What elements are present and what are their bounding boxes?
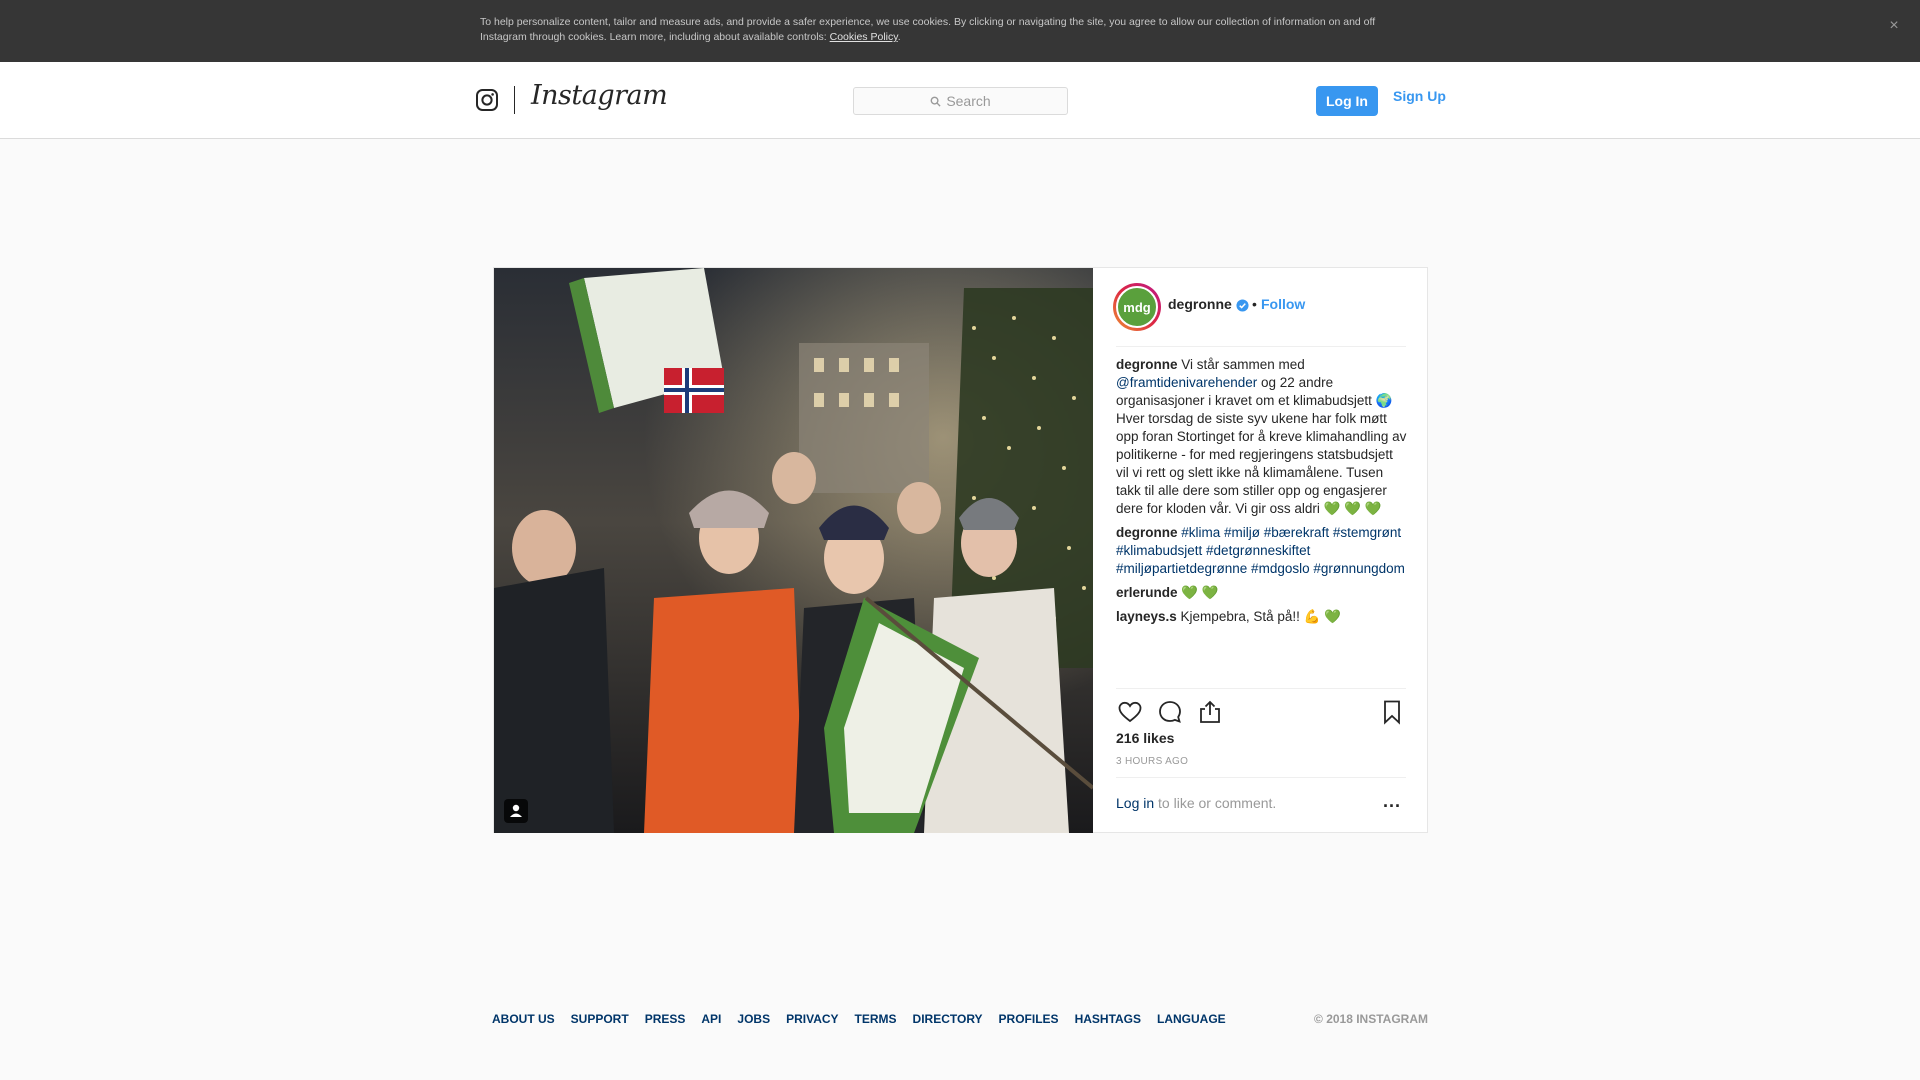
comment-item: erlerunde 💚 💚 (1116, 584, 1408, 602)
more-options-icon[interactable]: ... (1383, 792, 1407, 812)
login-prompt-text: to like or comment. (1154, 795, 1277, 811)
separator-dot: • (1252, 296, 1257, 312)
footer-links: ABOUT US SUPPORT PRESS API JOBS PRIVACY TERMS D… (492, 1012, 1226, 1026)
footer-link-support[interactable]: SUPPORT (571, 1012, 629, 1026)
logo-divider (514, 86, 515, 114)
comment-item: layneys.s Kjempebra, Stå på!! 💪 💚 (1116, 608, 1408, 626)
post-timestamp[interactable]: 3 HOURS AGO (1116, 756, 1188, 767)
comment-text: og 22 andre organisasjoner i kravet om e… (1116, 375, 1407, 516)
divider (1116, 777, 1406, 778)
footer-link-profiles[interactable]: PROFILES (999, 1012, 1059, 1026)
comment-text: Kjempebra, Stå på!! 💪 💚 (1176, 609, 1341, 624)
user-tag-icon[interactable] (504, 799, 528, 823)
search-input[interactable]: Search (853, 87, 1068, 115)
comment-username[interactable]: degronne (1116, 357, 1178, 372)
copyright: © 2018 INSTAGRAM (1314, 1012, 1428, 1026)
comment-username[interactable]: layneys.s (1116, 609, 1177, 624)
cookie-message-end: . (897, 31, 901, 43)
comment-username[interactable]: erlerunde (1116, 585, 1178, 600)
post-username[interactable]: degronne (1168, 296, 1232, 312)
divider (1116, 346, 1406, 347)
follow-button[interactable]: Follow (1261, 296, 1305, 312)
action-bar (1116, 698, 1406, 726)
comment-text: Vi står sammen med (1177, 357, 1305, 372)
cookies-policy-link[interactable]: Cookies Policy (830, 31, 898, 43)
divider (1116, 688, 1406, 689)
comment-text: 💚 💚 (1177, 585, 1219, 600)
search-icon (930, 96, 941, 107)
footer-link-api[interactable]: API (701, 1012, 721, 1026)
login-link[interactable]: Log in (1116, 795, 1154, 811)
comments-list: degronne Vi står sammen med @framtideniv… (1116, 356, 1408, 632)
instagram-glyph-icon[interactable] (475, 88, 499, 112)
photo-illustration (494, 268, 1093, 833)
verified-icon (1236, 299, 1249, 312)
search-inner: Search (854, 88, 1067, 114)
likes-count[interactable]: 216 likes (1116, 730, 1174, 746)
cookie-message: To help personalize content, tailor and … (480, 16, 1376, 43)
cookie-banner: To help personalize content, tailor and … (0, 0, 1920, 62)
cookie-text: To help personalize content, tailor and … (480, 15, 1420, 45)
comment-username[interactable]: degronne (1116, 525, 1178, 540)
top-nav: Instagram Search Log In Sign Up (0, 62, 1920, 139)
footer-link-terms[interactable]: TERMS (855, 1012, 897, 1026)
footer-link-language[interactable]: LANGUAGE (1157, 1012, 1226, 1026)
post-card: mdg degronne • Follow degronne Vi står s… (493, 267, 1428, 833)
avatar-image: mdg (1116, 286, 1158, 328)
search-placeholder: Search (946, 93, 991, 109)
heart-icon[interactable] (1116, 698, 1144, 726)
footer-link-press[interactable]: PRESS (645, 1012, 686, 1026)
comment-item: degronne Vi står sammen med @framtideniv… (1116, 356, 1408, 518)
post-photo[interactable] (494, 268, 1093, 833)
footer-link-hashtags[interactable]: HASHTAGS (1075, 1012, 1141, 1026)
share-icon[interactable] (1196, 698, 1224, 726)
footer: ABOUT US SUPPORT PRESS API JOBS PRIVACY TERMS D… (492, 1012, 1428, 1032)
footer-link-about-us[interactable]: ABOUT US (492, 1012, 555, 1026)
footer-link-privacy[interactable]: PRIVACY (786, 1012, 838, 1026)
login-button[interactable]: Log In (1316, 86, 1378, 116)
login-prompt: Log in to like or comment. (1116, 795, 1276, 811)
post-side-panel: mdg degronne • Follow degronne Vi står s… (1093, 268, 1428, 833)
comment-icon[interactable] (1156, 698, 1184, 726)
comment-link[interactable]: @framtidenivarehender (1116, 375, 1257, 390)
close-icon[interactable]: × (1882, 14, 1906, 38)
bookmark-icon[interactable] (1378, 698, 1406, 726)
instagram-wordmark[interactable]: Instagram (531, 80, 668, 111)
comment-item: degronne #klima #miljø #bærekraft #stemg… (1116, 524, 1408, 578)
avatar[interactable]: mdg (1113, 283, 1161, 331)
signup-link[interactable]: Sign Up (1393, 86, 1446, 106)
footer-link-directory[interactable]: DIRECTORY (913, 1012, 983, 1026)
footer-link-jobs[interactable]: JOBS (737, 1012, 770, 1026)
